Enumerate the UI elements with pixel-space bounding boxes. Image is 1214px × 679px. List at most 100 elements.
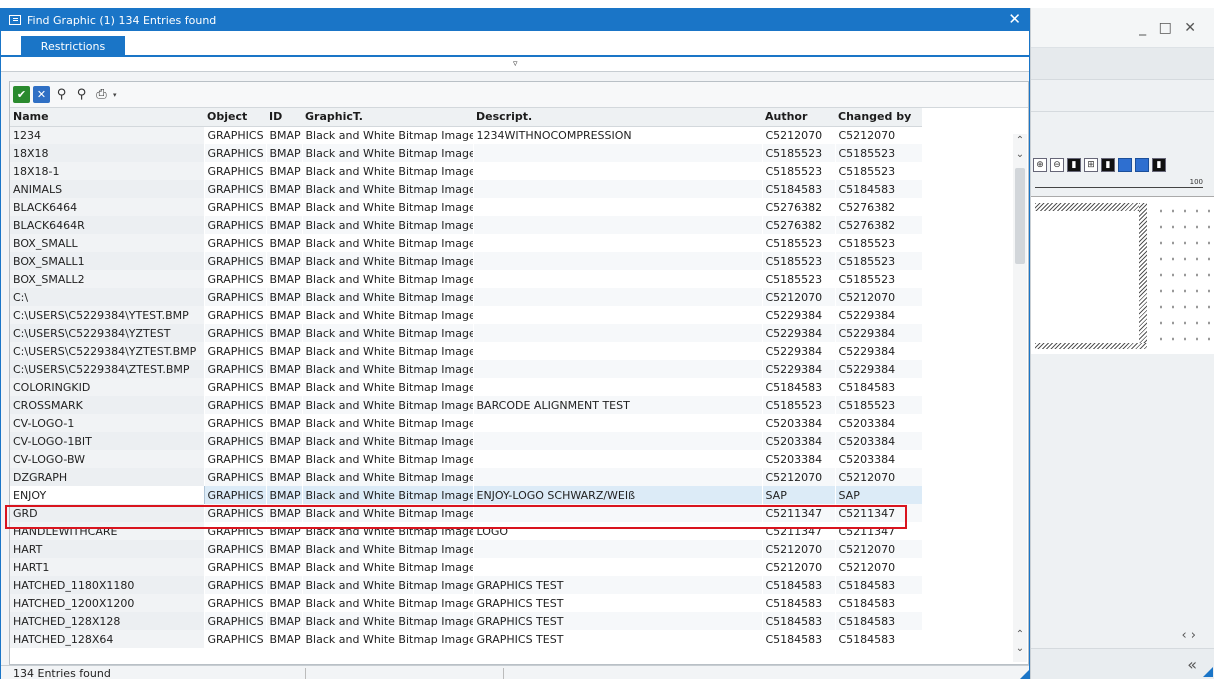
table-cell: BLACK6464R — [10, 216, 204, 234]
table-row[interactable]: CROSSMARK GRAPHICS BMAP Black and White Bit… — [10, 396, 922, 414]
table-row[interactable]: HATCHED_128X128 GRAPHICS BMAP Black and Whi… — [10, 612, 922, 630]
background-titlebar: _ □ ✕ — [1031, 8, 1214, 48]
table-row[interactable]: CV-LOGO-BW GRAPHICS BMAP Black and White Bi… — [10, 450, 922, 468]
table-cell: GRAPHICS TEST — [473, 576, 762, 594]
table-cell: BMAP — [266, 198, 302, 216]
cancel-icon[interactable]: ✕ — [33, 86, 50, 103]
scroll-down-icon[interactable]: ⌄ — [1013, 148, 1027, 162]
table-cell: HART1 — [10, 558, 204, 576]
table-row[interactable]: C:\USERS\C5229384\ZTEST.BMP GRAPHICS BMAP B… — [10, 360, 922, 378]
table-row[interactable]: BOX_SMALL GRAPHICS BMAP Black and White Bit… — [10, 234, 922, 252]
table-row[interactable]: CV-LOGO-1 GRAPHICS BMAP Black and White Bit… — [10, 414, 922, 432]
table-row[interactable]: HATCHED_1180X1180 GRAPHICS BMAP Black and W… — [10, 576, 922, 594]
column-header[interactable]: Name — [10, 108, 204, 127]
table-row[interactable]: 1234 GRAPHICS BMAP Black and White Bitmap I… — [10, 126, 922, 144]
resize-corner[interactable] — [1203, 667, 1213, 677]
column-marker-icon[interactable]: ▮ — [1067, 158, 1081, 172]
table-row[interactable]: C:\USERS\C5229384\YTEST.BMP GRAPHICS BMAP B… — [10, 306, 922, 324]
scroll-arrows[interactable]: ‹ › — [1181, 628, 1196, 643]
table-cell: C5184583 — [762, 576, 835, 594]
grid-icon[interactable] — [1135, 158, 1149, 172]
table-row[interactable]: ENJOY GRAPHICS BMAP Black and White Bitmap … — [10, 486, 922, 504]
table-row[interactable]: BLACK6464 GRAPHICS BMAP Black and White Bit… — [10, 198, 922, 216]
zoom-out-icon[interactable]: ⊖ — [1050, 158, 1064, 172]
table-row[interactable]: DZGRAPH GRAPHICS BMAP Black and White Bitma… — [10, 468, 922, 486]
table-row[interactable]: C:\USERS\C5229384\YZTEST GRAPHICS BMAP Blac… — [10, 324, 922, 342]
table-row[interactable]: C:\USERS\C5229384\YZTEST.BMP GRAPHICS BMAP… — [10, 342, 922, 360]
window-controls[interactable]: _ □ ✕ — [1139, 20, 1200, 36]
table-cell: BARCODE ALIGNMENT TEST — [473, 396, 762, 414]
table-row[interactable]: CV-LOGO-1BIT GRAPHICS BMAP Black and White … — [10, 432, 922, 450]
table-row[interactable]: BLACK6464R GRAPHICS BMAP Black and White Bi… — [10, 216, 922, 234]
table-row[interactable]: BOX_SMALL1 GRAPHICS BMAP Black and White Bi… — [10, 252, 922, 270]
table-row[interactable]: GRD GRAPHICS BMAP Black and White Bitmap Im… — [10, 504, 922, 522]
table-row[interactable]: 18X18-1 GRAPHICS BMAP Black and White Bitma… — [10, 162, 922, 180]
table-cell: BMAP — [266, 396, 302, 414]
column-header[interactable]: Descript. — [473, 108, 762, 127]
table-row[interactable]: 18X18 GRAPHICS BMAP Black and White Bitmap … — [10, 144, 922, 162]
table-cell: C5212070 — [762, 126, 835, 144]
table-cell: ENJOY — [10, 486, 205, 504]
zoom-in-icon[interactable]: ⊕ — [1033, 158, 1047, 172]
table-row[interactable]: HANDLEWITHCARE GRAPHICS BMAP Black and Whit… — [10, 522, 922, 540]
table-cell: BLACK6464 — [10, 198, 204, 216]
scroll-thumb[interactable] — [1015, 168, 1025, 264]
column-header[interactable]: Author — [762, 108, 835, 127]
table-header-row: Name Object ID GraphicT. Descript. Author Chan… — [10, 108, 922, 127]
table-row[interactable]: C:\ GRAPHICS BMAP Black and White Bitmap Im… — [10, 288, 922, 306]
close-icon[interactable]: ✕ — [1008, 12, 1021, 27]
restrictions-collapse-bar[interactable]: ▿ — [1, 57, 1029, 72]
scroll-up-icon[interactable]: ⌃ — [1013, 134, 1027, 148]
table-cell: C5184583 — [835, 594, 922, 612]
table-cell: CV-LOGO-1BIT — [10, 432, 204, 450]
column-marker-icon[interactable]: ▮ — [1152, 158, 1166, 172]
table-cell: Black and White Bitmap Image — [302, 414, 473, 432]
column-header[interactable]: Object — [204, 108, 266, 127]
dot-grid — [1155, 203, 1211, 349]
table-cell: GRAPHICS — [204, 396, 266, 414]
table-row[interactable]: COLORINGKID GRAPHICS BMAP Black and White B… — [10, 378, 922, 396]
double-chevron-left-icon[interactable]: « — [1187, 655, 1197, 674]
dialog-titlebar[interactable]: Find Graphic (1) 134 Entries found ✕ — [1, 9, 1029, 31]
column-marker-icon[interactable]: ▮ — [1101, 158, 1115, 172]
resize-corner[interactable] — [1019, 670, 1029, 679]
table-cell: C5185523 — [835, 234, 922, 252]
table-cell: GRAPHICS — [204, 450, 266, 468]
table-cell: GRAPHICS — [204, 252, 266, 270]
column-header[interactable]: GraphicT. — [302, 108, 473, 127]
table-cell: C5184583 — [762, 594, 835, 612]
table-row[interactable]: HATCHED_1200X1200 GRAPHICS BMAP Black and W… — [10, 594, 922, 612]
column-header[interactable]: ID — [266, 108, 302, 127]
chevron-down-icon[interactable]: ▿ — [513, 59, 518, 69]
checkmark-icon[interactable]: ✔ — [13, 86, 30, 103]
table-cell: C5212070 — [835, 540, 922, 558]
table-cell: C5211347 — [835, 504, 922, 522]
dropdown-caret-icon[interactable]: ▾ — [113, 91, 117, 99]
table-row[interactable]: ANIMALS GRAPHICS BMAP Black and White Bitma… — [10, 180, 922, 198]
table-cell: C5184583 — [835, 378, 922, 396]
grid-icon[interactable] — [1118, 158, 1132, 172]
table-cell: HATCHED_1180X1180 — [10, 576, 204, 594]
status-bar: 134 Entries found — [1, 665, 1029, 679]
table-row[interactable]: BOX_SMALL2 GRAPHICS BMAP Black and White Bi… — [10, 270, 922, 288]
table-row[interactable]: HART1 GRAPHICS BMAP Black and White Bitmap … — [10, 558, 922, 576]
table-cell: GRAPHICS — [204, 144, 266, 162]
table-cell: 18X18 — [10, 144, 204, 162]
layout-canvas[interactable] — [1031, 196, 1214, 354]
grid-settings-icon[interactable]: ⊞ — [1084, 158, 1098, 172]
tab-restrictions[interactable]: Restrictions — [21, 36, 125, 57]
scroll-page-arrows[interactable]: ⌃ ⌄ — [1013, 628, 1027, 654]
print-icon[interactable]: ⎙ — [93, 86, 110, 103]
find-icon[interactable]: ⚲ — [53, 86, 70, 103]
table-cell: C5184583 — [835, 612, 922, 630]
table-cell: C5229384 — [762, 342, 835, 360]
find-next-icon[interactable]: ⚲ — [73, 86, 90, 103]
table-row[interactable]: HATCHED_128X64 GRAPHICS BMAP Black and Whit… — [10, 630, 922, 648]
vertical-scrollbar[interactable]: ⌃ ⌄ ⌃ ⌄ — [1013, 134, 1027, 662]
table-cell: Black and White Bitmap Image — [302, 396, 473, 414]
column-header[interactable]: Changed by — [835, 108, 922, 127]
table-cell: BOX_SMALL1 — [10, 252, 204, 270]
table-cell: CV-LOGO-BW — [10, 450, 204, 468]
background-band-2 — [1031, 80, 1214, 112]
table-row[interactable]: HART GRAPHICS BMAP Black and White Bitmap I… — [10, 540, 922, 558]
